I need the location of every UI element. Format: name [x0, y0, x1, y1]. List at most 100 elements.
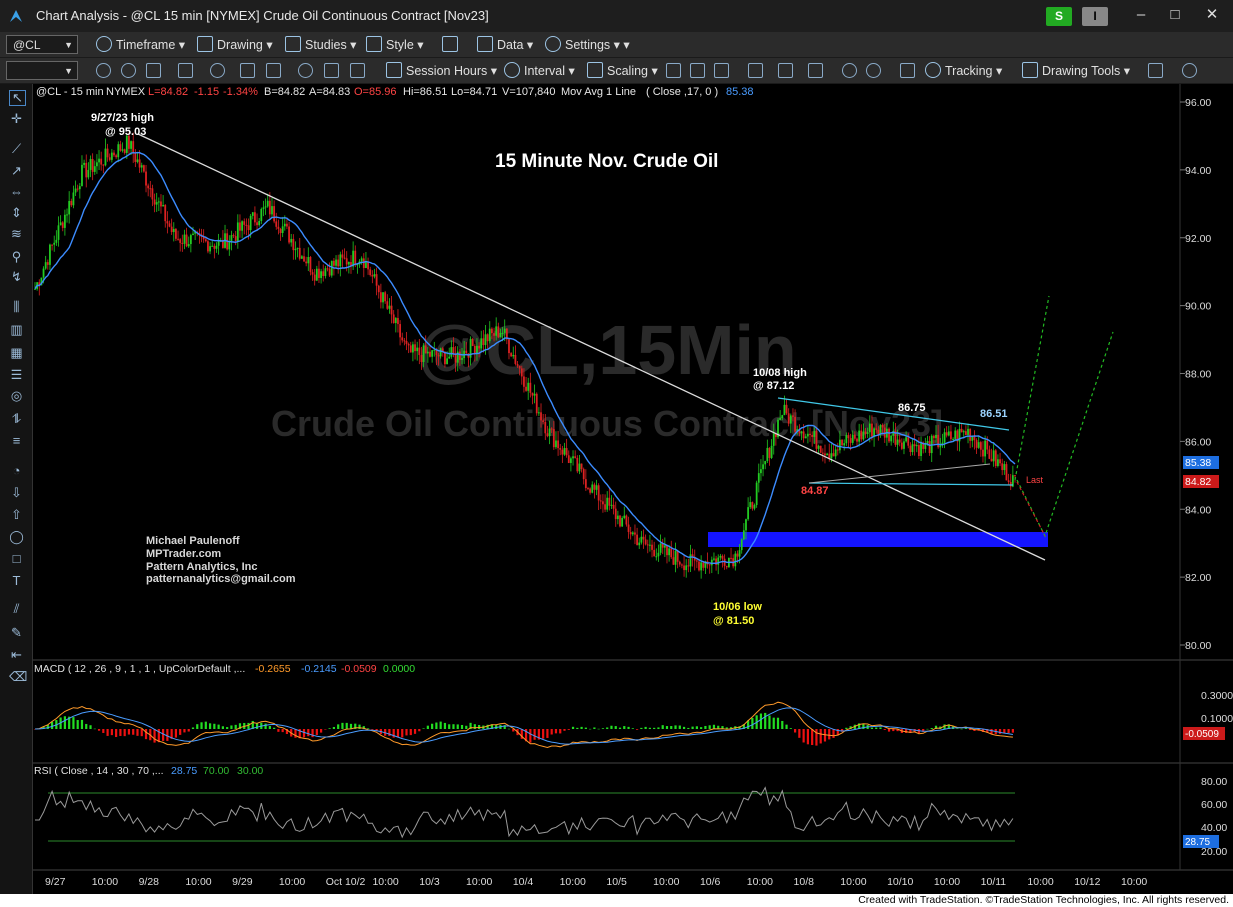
- candle-body: [821, 452, 824, 454]
- candle-body: [999, 459, 1001, 464]
- macd-histogram-bar: [191, 727, 195, 729]
- interval-input[interactable]: ▼: [6, 61, 78, 80]
- macd-histogram-bar: [452, 724, 455, 729]
- calendar-day-icon[interactable]: [350, 63, 365, 78]
- drawing-tools-menu[interactable]: Drawing Tools ▾: [1022, 62, 1130, 80]
- bar-type-1-icon[interactable]: [666, 63, 681, 78]
- andrews-pitchfork-icon[interactable]: ⚲: [9, 250, 24, 264]
- support-zone: [708, 532, 1048, 547]
- zoom-in-icon[interactable]: [266, 63, 281, 78]
- fib-extension-icon[interactable]: ▥: [9, 323, 24, 337]
- price-tick-label: 90.00: [1185, 301, 1211, 313]
- image-icon[interactable]: [240, 63, 255, 78]
- fib-circle-icon[interactable]: ◎: [9, 389, 24, 403]
- zoom-in-alt-icon[interactable]: [842, 63, 857, 78]
- candle-body: [292, 238, 295, 251]
- ray-icon[interactable]: ↗: [9, 164, 24, 178]
- ellipse-icon[interactable]: ◯: [9, 530, 24, 544]
- macd-histogram-bar: [828, 729, 831, 740]
- settings-menu[interactable]: Settings ▾ ▾: [545, 36, 630, 54]
- calendar-week-icon[interactable]: [324, 63, 339, 78]
- symbol-input[interactable]: @CL ▼: [6, 35, 78, 54]
- studies-menu[interactable]: Studies ▾: [285, 36, 356, 54]
- header-ma-label: Mov Avg 1 Line: [561, 86, 636, 98]
- candle-body: [497, 326, 500, 338]
- close-button[interactable]: ✕: [1197, 4, 1227, 26]
- drawing-menu[interactable]: Drawing ▾: [197, 36, 273, 54]
- timeframe-menu[interactable]: Timeframe ▾: [96, 36, 185, 54]
- zoom-data-icon[interactable]: [178, 63, 193, 78]
- grid-icon[interactable]: [900, 63, 915, 78]
- style-menu[interactable]: Style ▾: [366, 36, 424, 54]
- candle-body: [800, 431, 803, 434]
- chat-icon[interactable]: [1182, 63, 1197, 78]
- candle-body: [751, 502, 754, 509]
- fib-grid-icon[interactable]: ▦: [9, 346, 24, 360]
- gann-icon[interactable]: ↯: [9, 270, 24, 284]
- replay-icon[interactable]: [210, 63, 225, 78]
- maximize-button[interactable]: □: [1160, 4, 1190, 26]
- fib-lines-icon[interactable]: ☰: [9, 368, 24, 382]
- tracking-menu[interactable]: Tracking ▾: [925, 62, 1002, 80]
- fib-retracement-icon[interactable]: ⫼: [9, 300, 24, 314]
- zoom-out-icon[interactable]: [866, 63, 881, 78]
- bar-type-2-icon[interactable]: [690, 63, 705, 78]
- horizontal-line-icon[interactable]: ⇔: [9, 185, 24, 199]
- vertical-line-icon[interactable]: ⇕: [9, 206, 24, 220]
- arc-icon[interactable]: ◔: [9, 464, 24, 478]
- header-low: Lo=84.71: [451, 86, 497, 98]
- s-button[interactable]: S: [1046, 7, 1072, 26]
- bar-spacing-2-icon[interactable]: [778, 63, 793, 78]
- candle-body: [834, 449, 837, 457]
- text-icon[interactable]: T: [9, 574, 24, 588]
- candle-body: [610, 504, 613, 506]
- rectangle-icon[interactable]: □: [9, 552, 24, 566]
- highlighter-icon[interactable]: ✎: [9, 626, 24, 640]
- crosshair-icon[interactable]: ✛: [9, 112, 24, 126]
- candle-body: [578, 463, 581, 472]
- eraser-icon[interactable]: ⌫: [9, 670, 27, 684]
- candle-body: [663, 545, 666, 548]
- pointer-icon[interactable]: ↖: [9, 90, 26, 106]
- scaling-menu[interactable]: Scaling ▾: [587, 62, 658, 80]
- bar-spacing-icon[interactable]: [748, 63, 763, 78]
- candle-body: [608, 497, 611, 506]
- session-hours-menu[interactable]: Session Hours ▾: [386, 62, 497, 80]
- extend-left-icon[interactable]: ⇤: [9, 648, 24, 662]
- chart-canvas[interactable]: @CL,15Min Crude Oil Continuous Contract …: [33, 84, 1233, 894]
- macd-histogram-bar: [281, 729, 284, 733]
- candle-body: [437, 355, 440, 357]
- interval-menu[interactable]: Interval ▾: [504, 62, 575, 80]
- arrow-up-icon[interactable]: ⇧: [9, 508, 24, 522]
- candle-body: [710, 559, 713, 566]
- candle-body: [516, 363, 519, 366]
- style-label: Style: [386, 38, 414, 52]
- fib-fan-icon[interactable]: ⥮: [9, 412, 24, 426]
- arrow-down-icon[interactable]: ⇩: [9, 486, 24, 500]
- data-menu[interactable]: Data ▾: [477, 36, 533, 54]
- calendar-icon[interactable]: [146, 63, 161, 78]
- window-icon[interactable]: [808, 63, 823, 78]
- refresh-icon[interactable]: [96, 63, 111, 78]
- candle-body: [843, 443, 846, 446]
- parallel-lines-icon[interactable]: ⫽: [9, 602, 24, 616]
- export-icon[interactable]: [1148, 63, 1163, 78]
- macd-histogram-bar: [905, 729, 908, 733]
- i-button[interactable]: I: [1082, 7, 1108, 26]
- layout-button[interactable]: [442, 36, 462, 54]
- macd-histogram-bar: [678, 725, 681, 729]
- trendline-icon[interactable]: ⟋: [9, 142, 24, 156]
- candle-body: [85, 162, 88, 178]
- candle-body: [599, 500, 602, 502]
- candle-body: [896, 439, 899, 445]
- time-axis-label: 9/27: [45, 876, 66, 888]
- macd-histogram-bar: [789, 728, 792, 729]
- refresh-alt-icon[interactable]: [121, 63, 136, 78]
- fib-time-icon[interactable]: ≡: [9, 434, 24, 448]
- candle-body: [762, 464, 764, 470]
- channel-icon[interactable]: ≋: [9, 227, 24, 241]
- history-icon[interactable]: [298, 63, 313, 78]
- minimize-button[interactable]: –: [1126, 4, 1156, 26]
- candle-body: [928, 441, 931, 454]
- bar-type-3-icon[interactable]: [714, 63, 729, 78]
